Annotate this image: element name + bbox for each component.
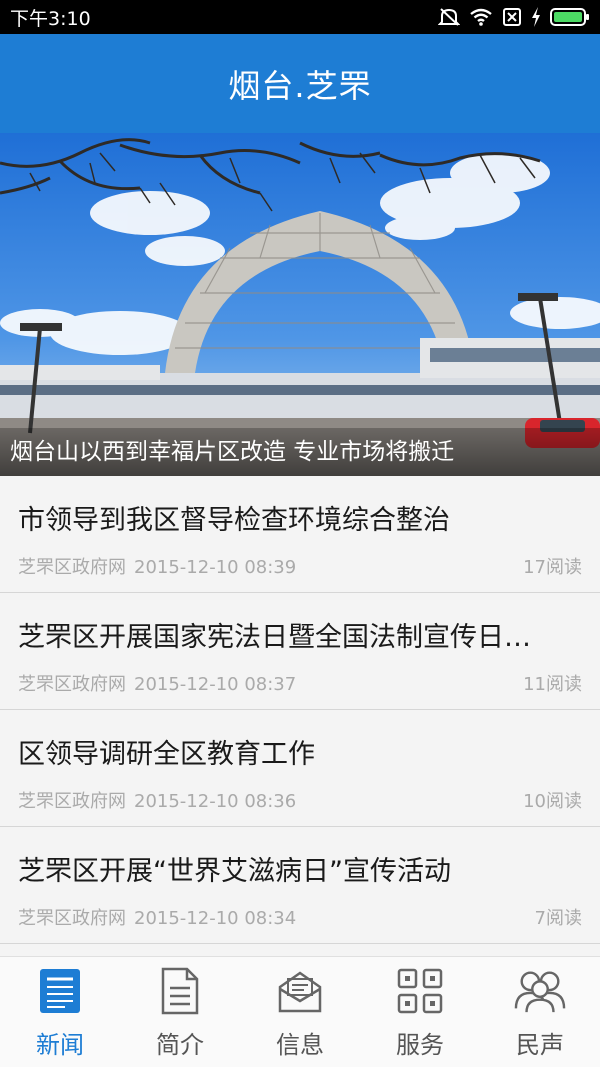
document-icon [154, 965, 206, 1017]
news-source: 芝罘区政府网 [18, 557, 126, 578]
nav-label: 服务 [396, 1031, 444, 1059]
news-title: 芝罘区开展“世界艾滋病日”宣传活动 [18, 856, 451, 887]
news-item[interactable]: 芝罘区开展国家宪法日暨全国法制宣传日… 芝罘区政府网 2015-12-10 08:… [0, 593, 600, 710]
news-title: 芝罘区开展国家宪法日暨全国法制宣传日… [18, 622, 531, 653]
news-reads: 10阅读 [523, 791, 582, 812]
news-source: 芝罘区政府网 [18, 674, 126, 695]
mute-icon [438, 7, 460, 27]
status-time: 下午3:10 [10, 7, 91, 30]
nav-services[interactable]: 服务 [360, 957, 480, 1067]
nav-label: 信息 [276, 1031, 324, 1059]
news-meta: 芝罘区政府网 2015-12-10 08:37 11阅读 [18, 670, 582, 696]
nav-feedback[interactable]: 民声 [480, 957, 600, 1067]
news-source-time: 芝罘区政府网 2015-12-10 08:39 [18, 553, 296, 579]
hero-caption: 烟台山以西到幸福片区改造 专业市场将搬迁 [0, 428, 600, 476]
news-source-time: 芝罘区政府网 2015-12-10 08:37 [18, 670, 296, 696]
news-list[interactable]: 市领导到我区督导检查环境综合整治 芝罘区政府网 2015-12-10 08:39 … [0, 476, 600, 956]
news-title: 区领导调研全区教育工作 [18, 739, 315, 770]
nav-label: 民声 [516, 1031, 564, 1059]
news-time: 2015-12-10 08:34 [134, 908, 297, 929]
grid-icon [394, 965, 446, 1017]
news-time: 2015-12-10 08:36 [134, 791, 297, 812]
news-source: 芝罘区政府网 [18, 791, 126, 812]
news-time: 2015-12-10 08:39 [134, 557, 297, 578]
news-reads: 17阅读 [523, 557, 582, 578]
nav-label: 新闻 [36, 1031, 84, 1059]
news-source-time: 芝罘区政府网 2015-12-10 08:36 [18, 787, 296, 813]
news-icon [34, 965, 86, 1017]
nav-label: 简介 [156, 1031, 204, 1059]
bottom-nav: 新闻 简介 信息 服务 民声 [0, 956, 600, 1067]
news-title: 市领导到我区督导检查环境综合整治 [18, 505, 450, 536]
news-meta: 芝罘区政府网 2015-12-10 08:36 10阅读 [18, 787, 582, 813]
news-source: 芝罘区政府网 [18, 908, 126, 929]
mail-icon [274, 965, 326, 1017]
people-icon [514, 965, 566, 1017]
news-reads: 7阅读 [534, 908, 582, 929]
news-item[interactable]: 区领导调研全区教育工作 芝罘区政府网 2015-12-10 08:36 10阅读 [0, 710, 600, 827]
news-item[interactable]: 市领导到我区督导检查环境综合整治 芝罘区政府网 2015-12-10 08:39 … [0, 476, 600, 593]
news-meta: 芝罘区政府网 2015-12-10 08:39 17阅读 [18, 553, 582, 579]
status-bar: 下午3:10 [0, 0, 600, 34]
news-reads: 11阅读 [523, 674, 582, 695]
hero-image [0, 133, 600, 476]
status-icons [438, 7, 590, 27]
news-item[interactable]: 芝罘区开展“世界艾滋病日”宣传活动 芝罘区政府网 2015-12-10 08:34… [0, 827, 600, 944]
news-time: 2015-12-10 08:37 [134, 674, 297, 695]
wifi-icon [469, 8, 493, 26]
charging-icon [531, 7, 541, 27]
sim-off-icon [502, 7, 522, 27]
nav-intro[interactable]: 简介 [120, 957, 240, 1067]
nav-news[interactable]: 新闻 [0, 957, 120, 1067]
battery-icon [550, 7, 590, 27]
app-header: 烟台.芝罘 [0, 34, 600, 133]
news-meta: 芝罘区政府网 2015-12-10 08:34 7阅读 [18, 904, 582, 930]
hero-banner[interactable]: 烟台山以西到幸福片区改造 专业市场将搬迁 [0, 133, 600, 476]
news-source-time: 芝罘区政府网 2015-12-10 08:34 [18, 904, 296, 930]
nav-info[interactable]: 信息 [240, 957, 360, 1067]
page-title: 烟台.芝罘 [228, 66, 372, 105]
